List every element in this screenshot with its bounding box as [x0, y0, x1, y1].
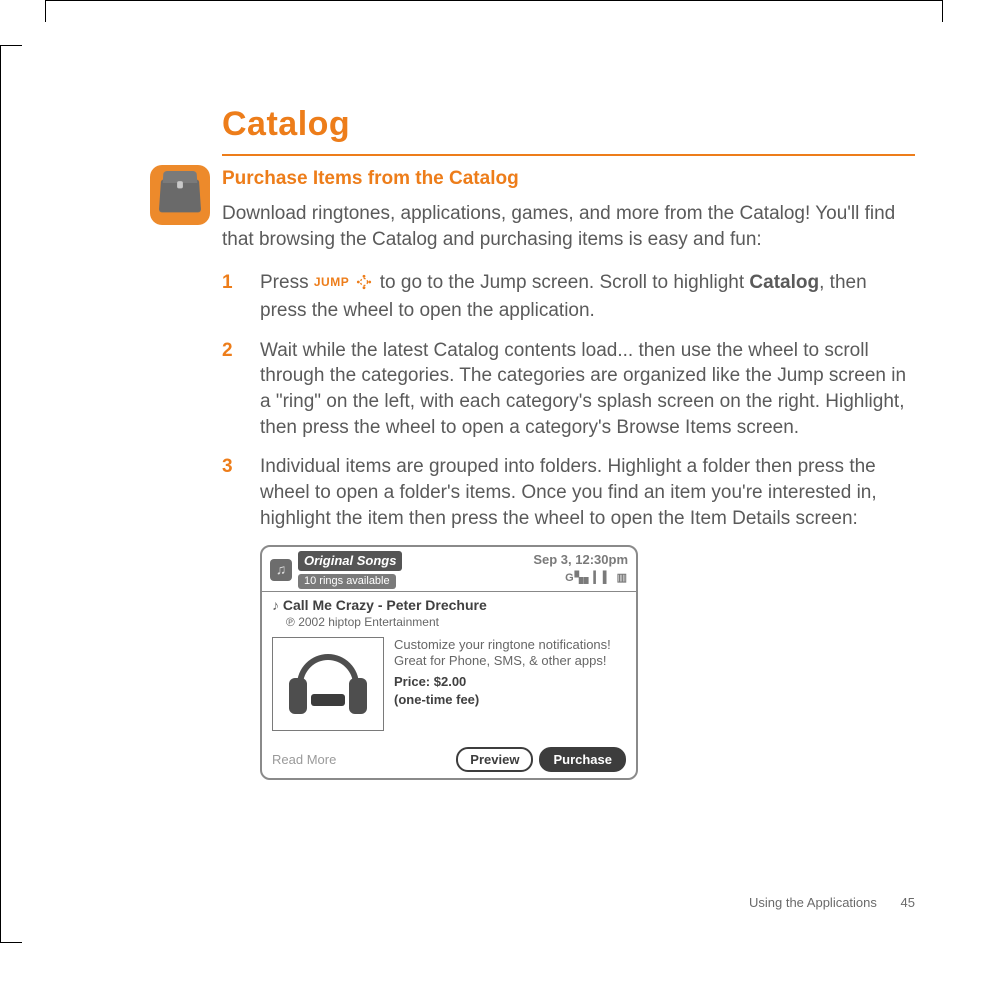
jump-wheel-icon	[356, 272, 372, 298]
item-row: Customize your ringtone notifications! G…	[262, 635, 636, 733]
status-icons: G▚▖▎▍ ▥	[533, 571, 628, 586]
device-titlebar: ♫ Original Songs 10 rings available Sep …	[262, 547, 636, 590]
titlebar-text: Original Songs 10 rings available	[298, 551, 402, 588]
crop-mark	[0, 45, 22, 46]
item-price: Price: $2.00 (one-time fee)	[394, 673, 626, 708]
titlebar-left: ♫ Original Songs 10 rings available	[270, 551, 402, 588]
footer-section: Using the Applications	[749, 895, 877, 910]
item-copyright: 2002 hiptop Entertainment	[262, 614, 636, 634]
headphones-icon	[289, 654, 367, 714]
device-footer: Read More Preview Purchase	[262, 747, 636, 773]
catalog-icon	[150, 165, 210, 225]
item-thumbnail	[272, 637, 384, 731]
title-rule	[222, 154, 915, 156]
step-body: Wait while the latest Catalog contents l…	[260, 338, 915, 441]
steps-list: 1 Press JUMP to go to the Jump screen. S…	[222, 270, 915, 531]
intro-paragraph: Download ringtones, applications, games,…	[222, 201, 915, 252]
titlebar-subtitle: 10 rings available	[298, 574, 396, 589]
step-1: 1 Press JUMP to go to the Jump screen. S…	[222, 270, 915, 323]
price-line2: (one-time fee)	[394, 692, 479, 707]
step-number: 2	[222, 338, 260, 441]
crop-mark	[942, 0, 943, 22]
chest-icon	[159, 179, 201, 212]
step-text: to go to the Jump screen. Scroll to high…	[380, 272, 750, 293]
body-content: Purchase Items from the Catalog Download…	[222, 166, 915, 781]
item-title: Call Me Crazy - Peter Drechure	[262, 592, 636, 615]
device-screenshot: ♫ Original Songs 10 rings available Sep …	[260, 545, 638, 780]
price-line1: Price: $2.00	[394, 674, 466, 689]
jump-label: JUMP	[314, 275, 349, 289]
step-number: 3	[222, 454, 260, 531]
music-note-icon: ♫	[270, 559, 292, 581]
step-bold: Catalog	[749, 272, 819, 293]
purchase-button[interactable]: Purchase	[539, 747, 626, 773]
read-more-label: Read More	[272, 751, 336, 769]
page-footer: Using the Applications 45	[749, 895, 915, 910]
step-number: 1	[222, 270, 260, 323]
crop-mark	[45, 0, 46, 22]
titlebar-title: Original Songs	[298, 551, 402, 571]
crop-mark	[0, 45, 1, 943]
page-number: 45	[901, 895, 915, 910]
crop-mark	[45, 0, 943, 1]
page-title: Catalog	[222, 105, 915, 144]
preview-button[interactable]: Preview	[456, 747, 533, 773]
crop-mark	[0, 942, 22, 943]
section-subhead: Purchase Items from the Catalog	[222, 166, 915, 192]
step-body: Individual items are grouped into folder…	[260, 454, 915, 531]
item-description: Customize your ringtone notifications! G…	[394, 637, 626, 670]
titlebar-right: Sep 3, 12:30pm G▚▖▎▍ ▥	[533, 551, 628, 585]
step-body: Press JUMP to go to the Jump screen. Scr…	[260, 270, 915, 323]
step-3: 3 Individual items are grouped into fold…	[222, 454, 915, 531]
item-details: Customize your ringtone notifications! G…	[394, 637, 626, 731]
step-2: 2 Wait while the latest Catalog contents…	[222, 338, 915, 441]
page-content: Catalog Purchase Items from the Catalog …	[150, 105, 915, 780]
titlebar-datetime: Sep 3, 12:30pm	[533, 551, 628, 569]
step-text: Press	[260, 272, 314, 293]
device-buttons: Preview Purchase	[456, 747, 626, 773]
